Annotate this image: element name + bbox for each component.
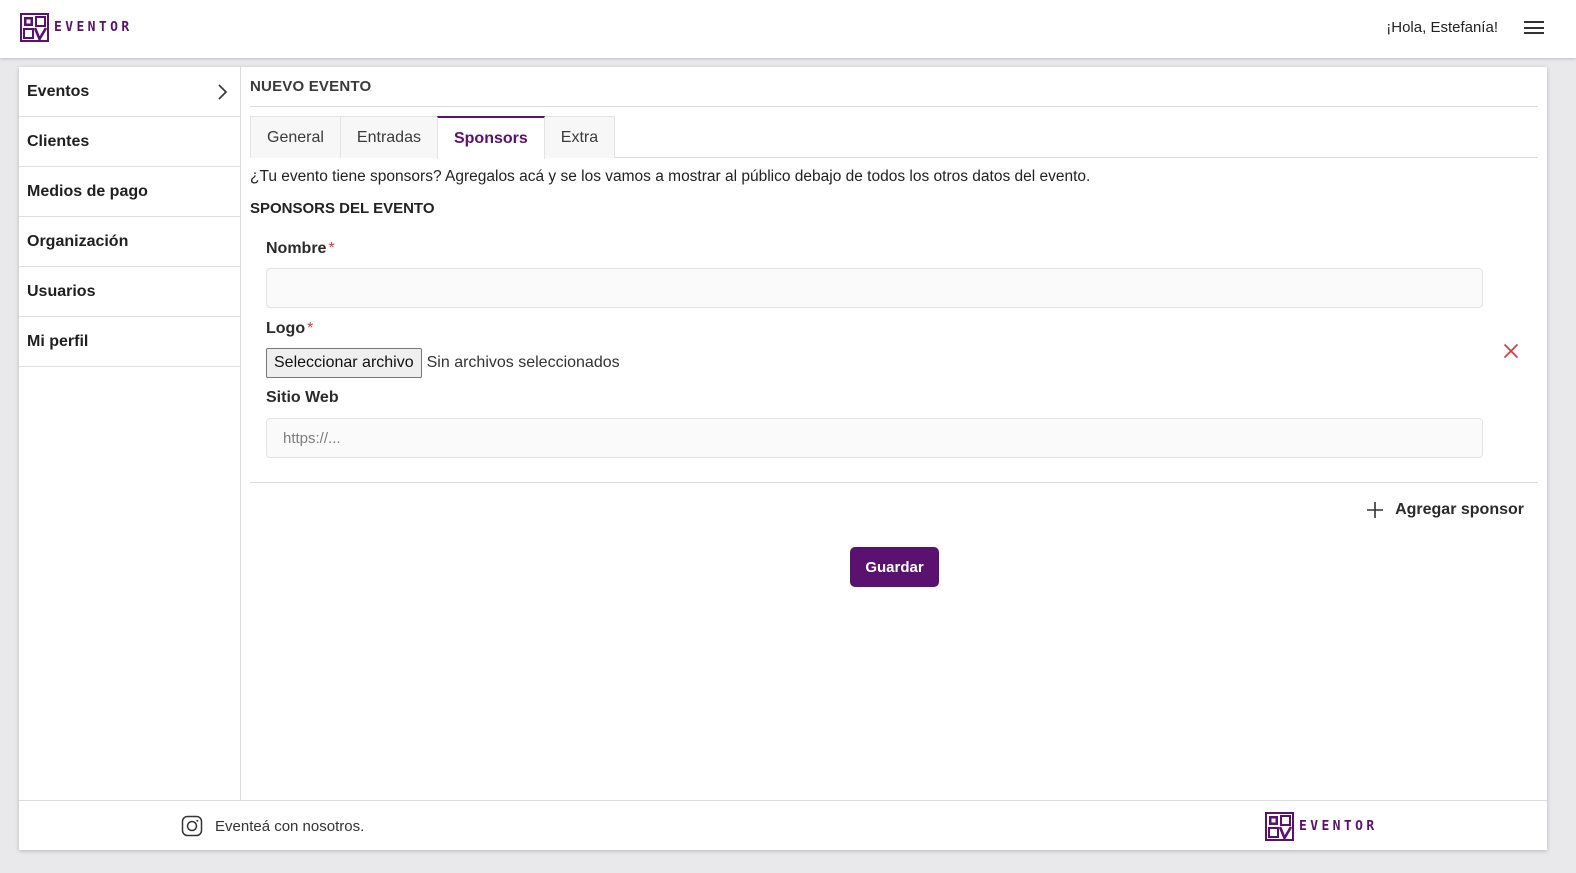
sidebar-item-label: Eventos [27,82,90,100]
sidebar-item-label: Mi perfil [27,332,89,350]
tab-general[interactable]: General [250,116,341,158]
sidebar-item-label: Clientes [27,132,90,150]
sidebar-item-mi-perfil[interactable]: Mi perfil [19,317,240,367]
sponsors-intro-text: ¿Tu evento tiene sponsors? Agregalos acá… [250,168,1091,185]
file-status-text: Sin archivos seleccionados [426,354,620,371]
hamburger-icon[interactable] [1524,19,1544,37]
footer-tagline: Eventeá con nosotros. [215,818,365,835]
footer-eventor-logo: EVENTOR [1265,812,1378,841]
sidebar: Eventos Clientes Medios de pago Organiza… [19,67,241,800]
user-greeting: ¡Hola, Estefanía! [1386,19,1498,36]
divider [250,106,1538,107]
tab-bar: General Entradas Sponsors Extra [250,116,1538,159]
sidebar-item-label: Organización [27,232,129,250]
add-sponsor-label: Agregar sponsor [1395,501,1524,518]
logo-file-input: Seleccionar archivo Sin archivos selecci… [266,348,620,378]
add-sponsor-button[interactable]: Agregar sponsor [1366,501,1524,519]
brand-name: EVENTOR [54,20,133,35]
sponsor-name-input[interactable] [266,268,1483,308]
eventor-logo-icon [1265,812,1294,841]
main-content: NUEVO EVENTO General Entradas Sponsors E… [250,67,1538,800]
required-mark: * [307,320,314,337]
section-title: SPONSORS DEL EVENTO [250,200,435,217]
plus-icon [1367,502,1384,518]
chevron-right-icon [218,83,228,100]
top-navbar: EVENTOR ¡Hola, Estefanía! [0,0,1576,58]
main-card: Eventos Clientes Medios de pago Organiza… [19,67,1547,850]
nombre-label-text: Nombre [266,240,327,257]
divider [250,482,1538,483]
sidebar-item-label: Medios de pago [27,182,148,200]
sidebar-item-organizacion[interactable]: Organización [19,217,240,267]
sidebar-item-eventos[interactable]: Eventos [19,67,240,117]
close-icon[interactable] [1503,343,1519,359]
website-input[interactable] [266,418,1483,458]
sidebar-item-medios-de-pago[interactable]: Medios de pago [19,167,240,217]
instagram-icon[interactable] [181,815,203,837]
select-file-button[interactable]: Seleccionar archivo [266,348,422,378]
logo-label-text: Logo [266,320,306,337]
tab-sponsors[interactable]: Sponsors [436,116,545,159]
sidebar-item-label: Usuarios [27,282,96,300]
required-mark: * [328,240,335,257]
sidebar-item-clientes[interactable]: Clientes [19,117,240,167]
footer: Eventeá con nosotros. EVENTOR [19,800,1547,850]
sitio-web-label: Sitio Web [266,389,339,406]
save-button[interactable]: Guardar [850,547,939,587]
brand-name: EVENTOR [1299,819,1378,834]
nombre-label: Nombre * [266,240,335,258]
tab-entradas[interactable]: Entradas [339,116,438,158]
logo-label: Logo * [266,320,313,338]
page-title: NUEVO EVENTO [250,78,372,95]
eventor-logo-icon [20,13,49,42]
tab-extra[interactable]: Extra [543,116,616,158]
eventor-logo[interactable]: EVENTOR [20,13,133,42]
sidebar-item-usuarios[interactable]: Usuarios [19,267,240,317]
